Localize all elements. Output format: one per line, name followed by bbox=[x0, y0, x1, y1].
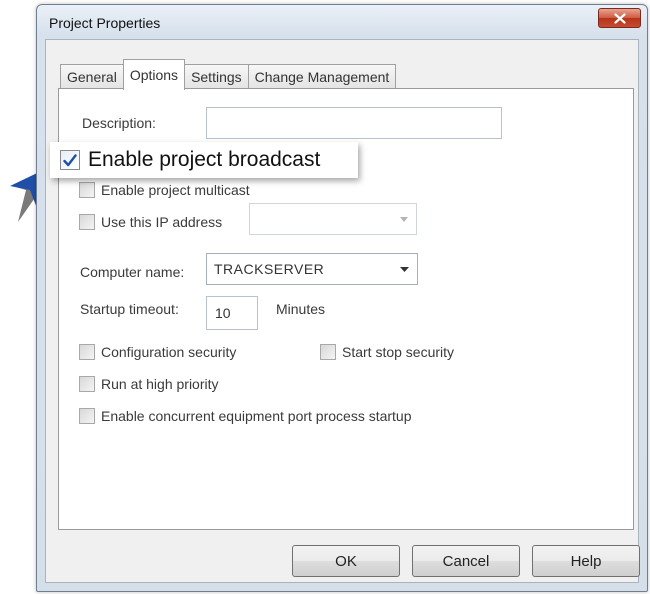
start-stop-security-checkbox-box[interactable] bbox=[320, 344, 336, 360]
close-button[interactable] bbox=[598, 8, 641, 28]
use-ip-label: Use this IP address bbox=[101, 214, 223, 230]
enable-broadcast-checkbox[interactable] bbox=[60, 150, 80, 170]
startup-timeout-label: Startup timeout: bbox=[80, 301, 179, 317]
tab-strip: General Options Settings Change Manageme… bbox=[60, 57, 397, 90]
concurrent-startup-label: Enable concurrent equipment port process… bbox=[101, 408, 412, 424]
checkmark-icon bbox=[63, 153, 77, 166]
enable-broadcast-label: Enable project broadcast bbox=[88, 148, 321, 171]
description-label: Description: bbox=[82, 115, 156, 131]
dialog-client-area: General Options Settings Change Manageme… bbox=[45, 39, 640, 583]
window-title: Project Properties bbox=[49, 15, 161, 31]
project-properties-dialog: Project Properties General Options Setti… bbox=[36, 4, 648, 592]
run-high-priority-label: Run at high priority bbox=[101, 376, 219, 392]
concurrent-startup-checkbox-box[interactable] bbox=[79, 408, 95, 424]
use-ip-checkbox-box[interactable] bbox=[79, 214, 95, 230]
chevron-down-icon bbox=[400, 217, 408, 222]
cancel-button[interactable]: Cancel bbox=[412, 545, 520, 577]
configuration-security-label: Configuration security bbox=[101, 344, 237, 360]
description-field[interactable] bbox=[206, 107, 502, 139]
multicast-label: Enable project multicast bbox=[101, 182, 250, 198]
title-bar[interactable]: Project Properties bbox=[37, 5, 647, 39]
ip-address-combo[interactable] bbox=[249, 203, 417, 235]
tab-settings[interactable]: Settings bbox=[184, 64, 249, 89]
startup-timeout-unit: Minutes bbox=[276, 301, 326, 317]
startup-timeout-value: 10 bbox=[215, 305, 231, 321]
tab-options[interactable]: Options bbox=[122, 59, 186, 90]
run-high-priority-checkbox-box[interactable] bbox=[79, 376, 95, 392]
concurrent-startup-checkbox[interactable]: Enable concurrent equipment port process… bbox=[79, 408, 412, 424]
tab-change-management[interactable]: Change Management bbox=[247, 64, 397, 89]
tab-general[interactable]: General bbox=[60, 64, 124, 89]
configuration-security-checkbox[interactable]: Configuration security bbox=[79, 344, 236, 360]
computer-name-combo[interactable]: TRACKSERVER bbox=[206, 253, 418, 285]
close-icon bbox=[613, 12, 626, 24]
computer-name-label: Computer name: bbox=[80, 264, 185, 280]
enable-broadcast-callout[interactable]: Enable project broadcast bbox=[50, 142, 358, 178]
start-stop-security-label: Start stop security bbox=[342, 344, 455, 360]
use-ip-checkbox[interactable]: Use this IP address bbox=[79, 214, 222, 230]
configuration-security-checkbox-box[interactable] bbox=[79, 344, 95, 360]
start-stop-security-checkbox[interactable]: Start stop security bbox=[320, 344, 454, 360]
ok-button[interactable]: OK bbox=[292, 545, 400, 577]
multicast-checkbox-box[interactable] bbox=[79, 182, 95, 198]
startup-timeout-field[interactable]: 10 bbox=[206, 296, 258, 330]
computer-name-value: TRACKSERVER bbox=[214, 261, 325, 277]
chevron-down-icon bbox=[400, 267, 409, 272]
help-button[interactable]: Help bbox=[532, 545, 640, 577]
enable-multicast-checkbox[interactable]: Enable project multicast bbox=[79, 182, 250, 198]
run-high-priority-checkbox[interactable]: Run at high priority bbox=[79, 376, 219, 392]
